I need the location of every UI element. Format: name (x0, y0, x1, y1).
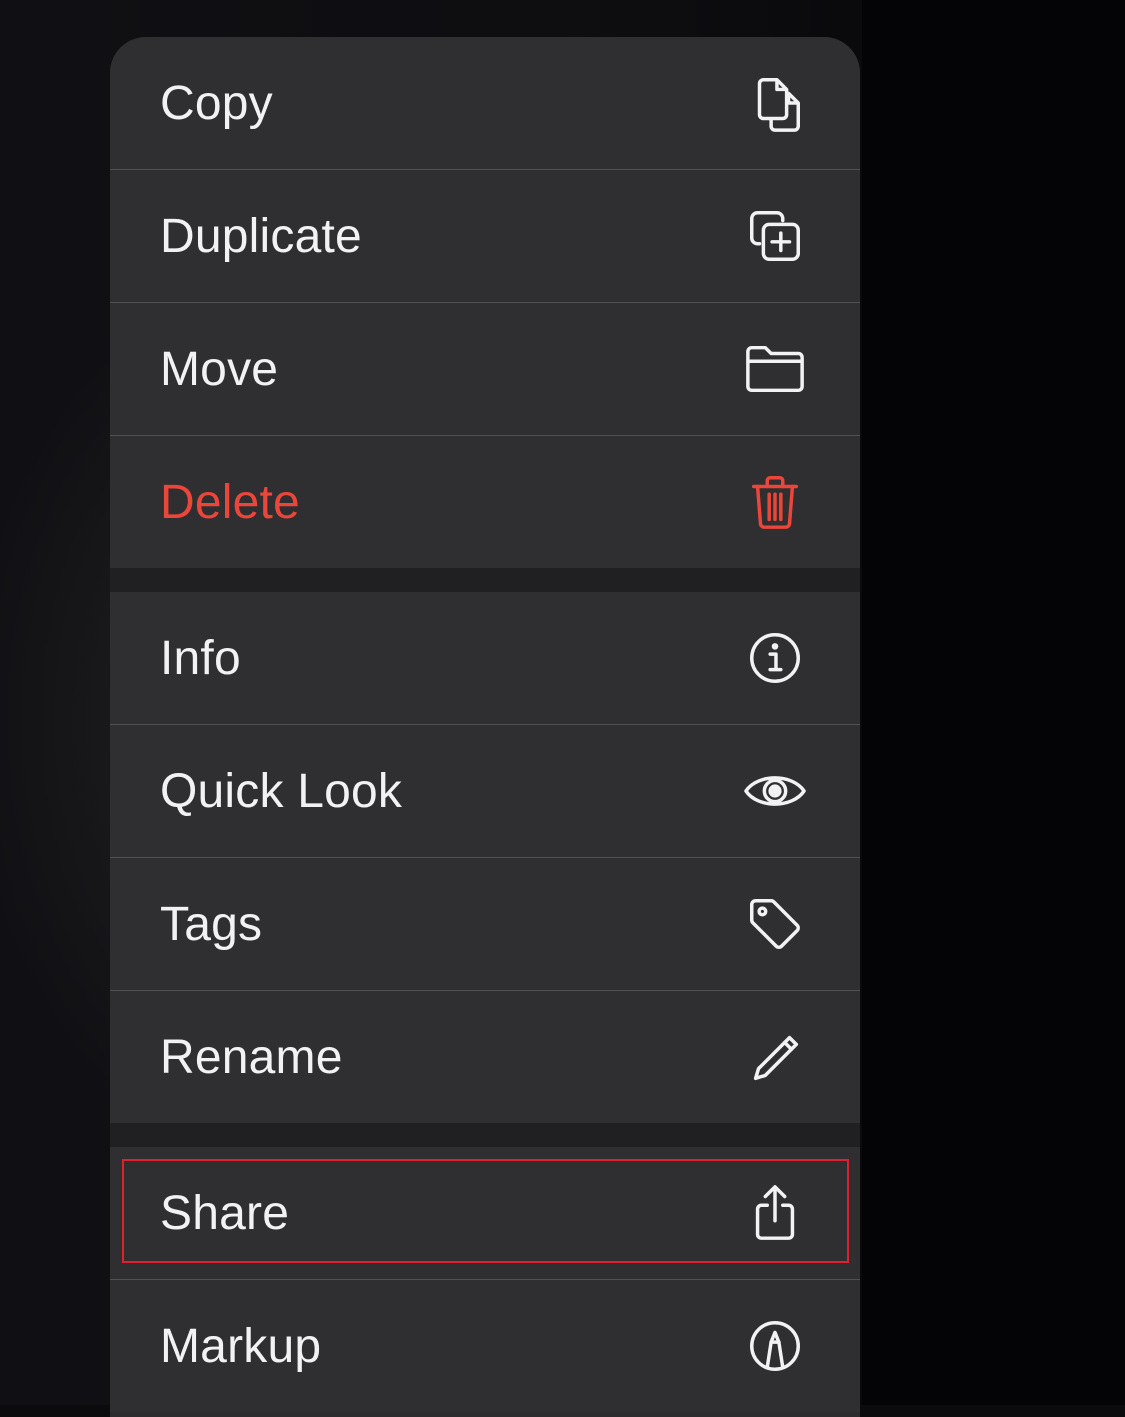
menu-item-label: Markup (160, 1319, 322, 1373)
menu-item-label: Delete (160, 475, 300, 529)
menu-item-markup[interactable]: Markup (110, 1279, 860, 1412)
menu-item-info[interactable]: Info (110, 592, 860, 724)
info-icon (740, 623, 810, 693)
menu-item-label: Quick Look (160, 764, 403, 818)
context-menu: Copy Duplicate Move Delete Info Quick Lo… (110, 37, 860, 1417)
copy-icon (740, 68, 810, 138)
menu-group-separator (110, 568, 860, 592)
menu-group-separator (110, 1123, 860, 1147)
menu-item-move[interactable]: Move (110, 302, 860, 435)
menu-item-share[interactable]: Share (110, 1147, 860, 1279)
menu-item-label: Move (160, 342, 279, 396)
menu-item-tags[interactable]: Tags (110, 857, 860, 990)
trash-icon (740, 467, 810, 537)
menu-item-label: Info (160, 631, 241, 685)
menu-item-rename[interactable]: Rename (110, 990, 860, 1123)
menu-item-label: Tags (160, 897, 263, 951)
menu-item-label: Copy (160, 76, 273, 130)
eye-icon (740, 756, 810, 826)
menu-item-delete[interactable]: Delete (110, 435, 860, 568)
menu-item-label: Duplicate (160, 209, 362, 263)
menu-group-file-actions: Copy Duplicate Move Delete (110, 37, 860, 568)
duplicate-icon (740, 201, 810, 271)
pencil-icon (740, 1022, 810, 1092)
menu-item-label: Rename (160, 1030, 343, 1084)
menu-group-share-actions: Share Markup (110, 1147, 860, 1412)
markup-icon (740, 1311, 810, 1381)
menu-item-duplicate[interactable]: Duplicate (110, 169, 860, 302)
menu-item-label: Share (160, 1186, 290, 1240)
folder-icon (740, 334, 810, 404)
background-right-panel (862, 0, 1125, 1405)
menu-item-quick-look[interactable]: Quick Look (110, 724, 860, 857)
share-icon (740, 1178, 810, 1248)
menu-item-copy[interactable]: Copy (110, 37, 860, 169)
menu-group-info-actions: Info Quick Look Tags Rename (110, 592, 860, 1123)
tag-icon (740, 889, 810, 959)
